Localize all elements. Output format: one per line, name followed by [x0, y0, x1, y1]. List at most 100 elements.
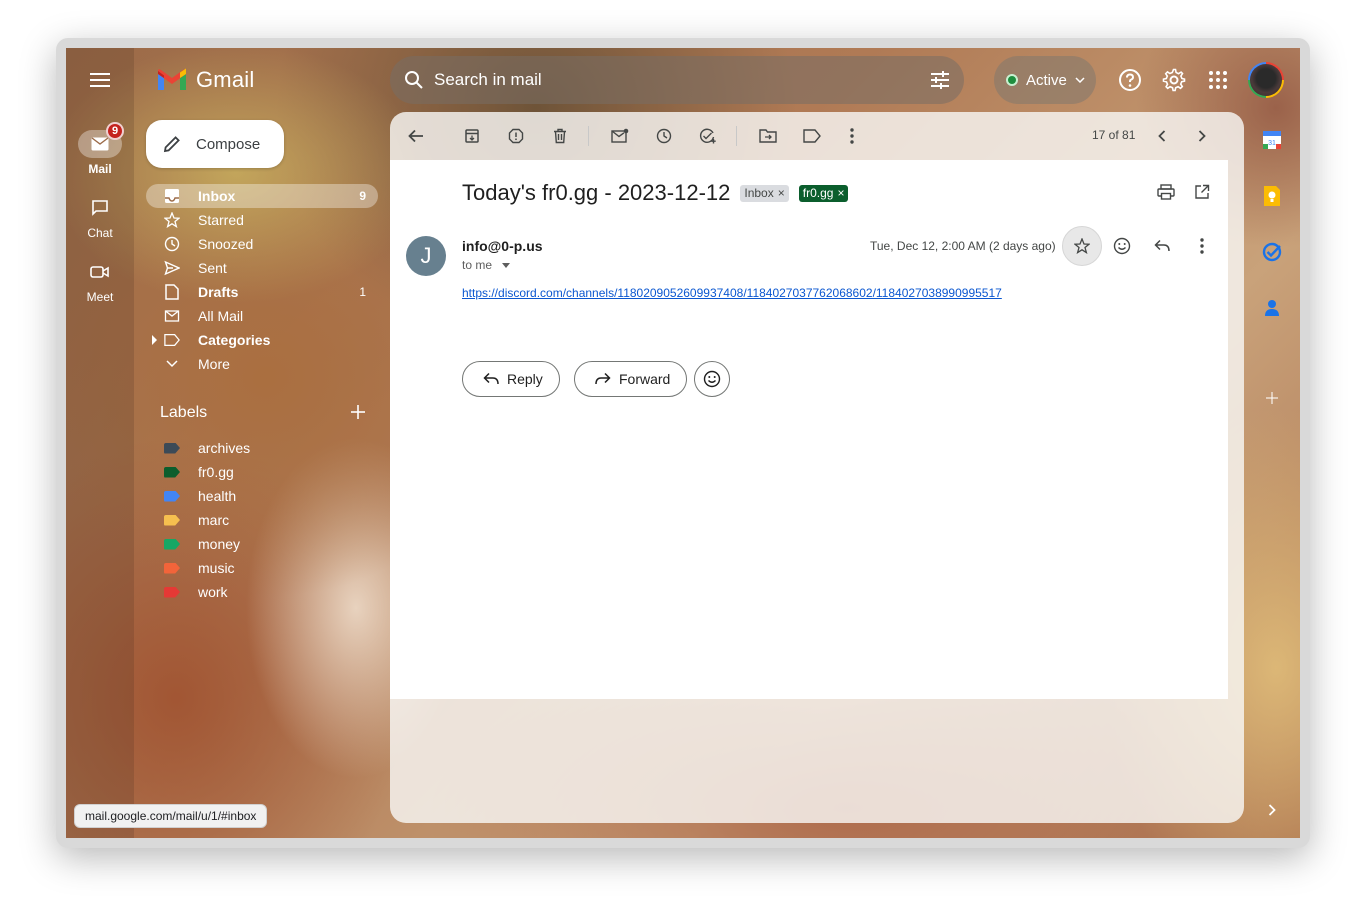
print-icon[interactable]: [1146, 172, 1186, 212]
mark-unread-icon[interactable]: [608, 124, 632, 148]
gmail-screen: Gmail Active 9: [66, 48, 1300, 838]
chat-icon: [92, 200, 108, 216]
active-status-dot: [1006, 74, 1018, 86]
gmail-logo[interactable]: Gmail: [156, 66, 254, 94]
message-subject: Today's fr0.gg - 2023-12-12: [462, 180, 731, 205]
label-item-health[interactable]: health: [146, 484, 378, 508]
remove-label-icon[interactable]: ×: [778, 186, 785, 200]
fr0gg-label-chip[interactable]: fr0.gg ×: [798, 184, 849, 202]
label-tag-icon: [164, 442, 180, 454]
forward-icon: [595, 372, 611, 385]
caret-down-icon: [502, 262, 511, 268]
label-name: archives: [198, 440, 251, 456]
label-name: money: [198, 536, 241, 552]
star-icon: [164, 212, 180, 228]
label-item-archives[interactable]: archives: [146, 436, 378, 460]
sidebar-item-all-mail[interactable]: All Mail: [146, 304, 378, 328]
label-item-money[interactable]: money: [146, 532, 378, 556]
snooze-clock-icon[interactable]: [652, 124, 676, 148]
compose-button[interactable]: Compose: [146, 120, 284, 168]
compose-label: Compose: [196, 135, 261, 153]
recipient-details-toggle[interactable]: to me: [462, 258, 511, 272]
label-tag-icon: [164, 538, 180, 550]
send-icon: [164, 260, 180, 276]
settings-gear-icon[interactable]: [1162, 68, 1186, 92]
calendar-icon[interactable]: 31: [1260, 128, 1284, 152]
message-body-link[interactable]: https://discord.com/channels/11802090526…: [462, 286, 1002, 300]
label-outline-icon: [164, 332, 180, 348]
help-icon[interactable]: [1118, 68, 1142, 92]
search-icon[interactable]: [404, 70, 424, 90]
more-vertical-icon[interactable]: [840, 124, 864, 148]
chip-label: fr0.gg: [802, 186, 834, 200]
contacts-icon[interactable]: [1260, 296, 1284, 320]
move-to-folder-icon[interactable]: [756, 124, 780, 148]
sidebar-item-drafts[interactable]: Drafts 1: [146, 280, 378, 304]
expand-side-panel-chevron-icon[interactable]: [1260, 798, 1284, 822]
rail-chat-icon-wrap: [78, 194, 122, 222]
add-label-icon[interactable]: [350, 404, 370, 424]
search-bar[interactable]: [390, 56, 964, 104]
search-options-icon[interactable]: [930, 71, 950, 89]
label-name: music: [198, 560, 235, 576]
rail-meet[interactable]: Meet: [66, 258, 134, 304]
drafts-count: 1: [359, 285, 366, 299]
svg-text:31: 31: [1268, 140, 1276, 147]
main-menu-icon[interactable]: [86, 68, 114, 92]
labels-list: archives fr0.gg health marc money music …: [146, 436, 378, 604]
rail-chat[interactable]: Chat: [66, 194, 134, 240]
emoji-reaction-button[interactable]: [694, 361, 730, 397]
sidebar-item-label: Drafts: [198, 284, 239, 300]
sidebar-item-more[interactable]: More: [146, 352, 378, 376]
sidebar-item-label: Starred: [198, 212, 244, 228]
label-item-music[interactable]: music: [146, 556, 378, 580]
label-icon[interactable]: [800, 124, 824, 148]
sidebar-item-snoozed[interactable]: Snoozed: [146, 232, 378, 256]
label-tag-icon: [164, 586, 180, 598]
sidebar-item-label: More: [198, 356, 230, 372]
keep-notes-icon[interactable]: [1260, 184, 1284, 208]
apps-grid-icon[interactable]: [1206, 68, 1230, 92]
star-message-icon[interactable]: [1062, 226, 1102, 266]
open-new-window-icon[interactable]: [1182, 172, 1222, 212]
add-to-tasks-icon[interactable]: [696, 124, 720, 148]
sidebar-item-label: All Mail: [198, 308, 244, 324]
chevron-right-icon[interactable]: [1190, 124, 1214, 148]
sender-email[interactable]: info@0-p.us: [462, 238, 543, 254]
report-spam-icon[interactable]: [504, 124, 528, 148]
sidebar-item-label: Categories: [198, 332, 271, 348]
emoji-react-icon[interactable]: [1102, 226, 1142, 266]
status-selector[interactable]: Active: [994, 56, 1096, 104]
account-avatar[interactable]: [1248, 62, 1284, 98]
search-input[interactable]: [434, 70, 930, 90]
label-tag-icon: [164, 466, 180, 478]
expand-caret-icon[interactable]: [152, 335, 157, 345]
reply-icon[interactable]: [1142, 226, 1182, 266]
label-tag-icon: [164, 562, 180, 574]
label-item-fr0gg[interactable]: fr0.gg: [146, 460, 378, 484]
toolbar-divider: [736, 126, 737, 146]
sidebar-item-categories[interactable]: Categories: [146, 328, 378, 352]
remove-label-icon[interactable]: ×: [837, 186, 844, 200]
status-bar-url: mail.google.com/mail/u/1/#inbox: [74, 804, 268, 828]
forward-button[interactable]: Forward: [574, 361, 688, 397]
back-arrow-icon[interactable]: [404, 124, 428, 148]
sidebar-item-inbox[interactable]: Inbox 9: [146, 184, 378, 208]
gmail-m-icon: [158, 68, 186, 90]
chevron-left-icon[interactable]: [1150, 124, 1174, 148]
label-item-work[interactable]: work: [146, 580, 378, 604]
label-name: health: [198, 488, 237, 504]
reply-button[interactable]: Reply: [462, 361, 560, 397]
archive-icon[interactable]: [460, 124, 484, 148]
label-item-marc[interactable]: marc: [146, 508, 378, 532]
more-vertical-icon[interactable]: [1182, 226, 1222, 266]
sidebar-item-sent[interactable]: Sent: [146, 256, 378, 280]
reply-icon: [483, 372, 499, 385]
rail-mail[interactable]: 9 Mail: [66, 122, 134, 176]
trash-icon[interactable]: [548, 124, 572, 148]
inbox-label-chip[interactable]: Inbox ×: [740, 184, 789, 202]
sender-avatar[interactable]: J: [406, 236, 446, 276]
sidebar-item-starred[interactable]: Starred: [146, 208, 378, 232]
tasks-icon[interactable]: [1260, 240, 1284, 264]
get-addons-plus-icon[interactable]: [1260, 386, 1284, 410]
